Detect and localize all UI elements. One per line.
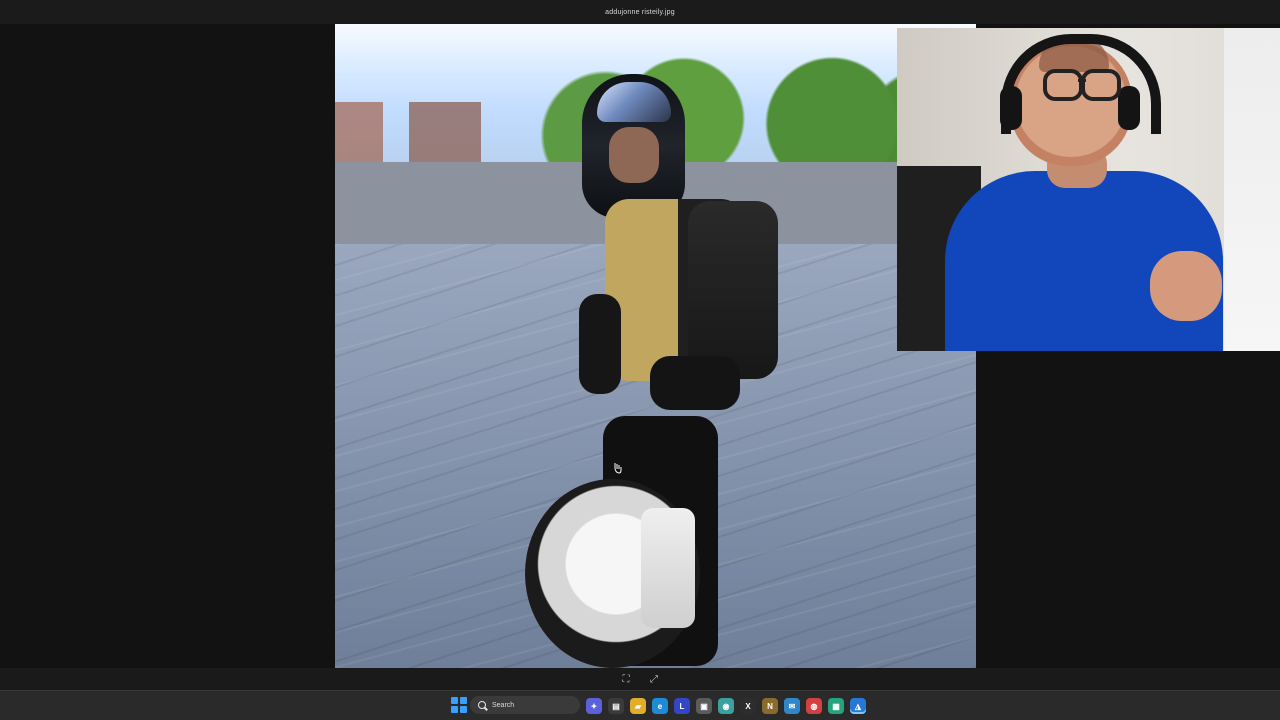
fit-to-window-button[interactable]: ⛶ <box>619 672 633 686</box>
photos-icon[interactable]: ◮ <box>850 698 866 714</box>
start-logo-square <box>460 697 467 704</box>
glasses-bridge <box>1078 79 1086 82</box>
left-earcup <box>1000 86 1022 130</box>
search-label: Search <box>492 701 515 709</box>
taskbar-apps: ✦ ▤ ▰ e L ▣ ◉ X N ✉ ◍ ▦ ◮ <box>586 695 866 717</box>
left-arm <box>579 294 621 394</box>
notes-icon[interactable]: ▣ <box>696 698 712 714</box>
calendar-icon[interactable]: ▤ <box>608 698 624 714</box>
webcam-overlay <box>897 28 1280 351</box>
taskbar-search[interactable]: Search <box>470 696 580 714</box>
globe-icon[interactable]: ◉ <box>718 698 734 714</box>
x-app-icon[interactable]: X <box>740 698 756 714</box>
right-arm <box>650 356 740 410</box>
backpack <box>688 201 778 379</box>
l-app-icon[interactable]: L <box>674 698 690 714</box>
mail-icon[interactable]: ✉ <box>784 698 800 714</box>
webcam-shelf <box>1224 28 1280 351</box>
left-glasses-lens <box>1043 69 1083 101</box>
person-face <box>609 127 659 183</box>
photo-canvas[interactable] <box>335 24 976 668</box>
start-logo-square <box>451 706 458 713</box>
folder-icon[interactable]: ▰ <box>630 698 646 714</box>
fullscreen-button[interactable]: ⤢ <box>647 672 661 686</box>
start-logo-square <box>451 697 458 704</box>
sheet-icon[interactable]: ▦ <box>828 698 844 714</box>
n-app-icon[interactable]: N <box>762 698 778 714</box>
right-earcup <box>1118 86 1140 130</box>
knee-guard <box>641 508 695 628</box>
webcam-hand <box>1150 251 1222 321</box>
hand-cursor-icon <box>614 463 622 474</box>
start-button[interactable] <box>451 697 467 713</box>
chrome-icon[interactable]: ◍ <box>806 698 822 714</box>
window-title: addujonne risteily.jpg <box>605 8 675 16</box>
start-logo-square <box>460 706 467 713</box>
search-icon <box>478 701 486 709</box>
windows-taskbar: Search ✦ ▤ ▰ e L ▣ ◉ X N ✉ ◍ ▦ ◮ <box>0 690 1280 720</box>
right-glasses-lens <box>1081 69 1121 101</box>
edge-icon[interactable]: e <box>652 698 668 714</box>
widgets-icon[interactable]: ✦ <box>586 698 602 714</box>
viewer-controls: ⛶ ⤢ <box>0 668 1280 690</box>
window-titlebar: addujonne risteily.jpg <box>0 0 1280 24</box>
